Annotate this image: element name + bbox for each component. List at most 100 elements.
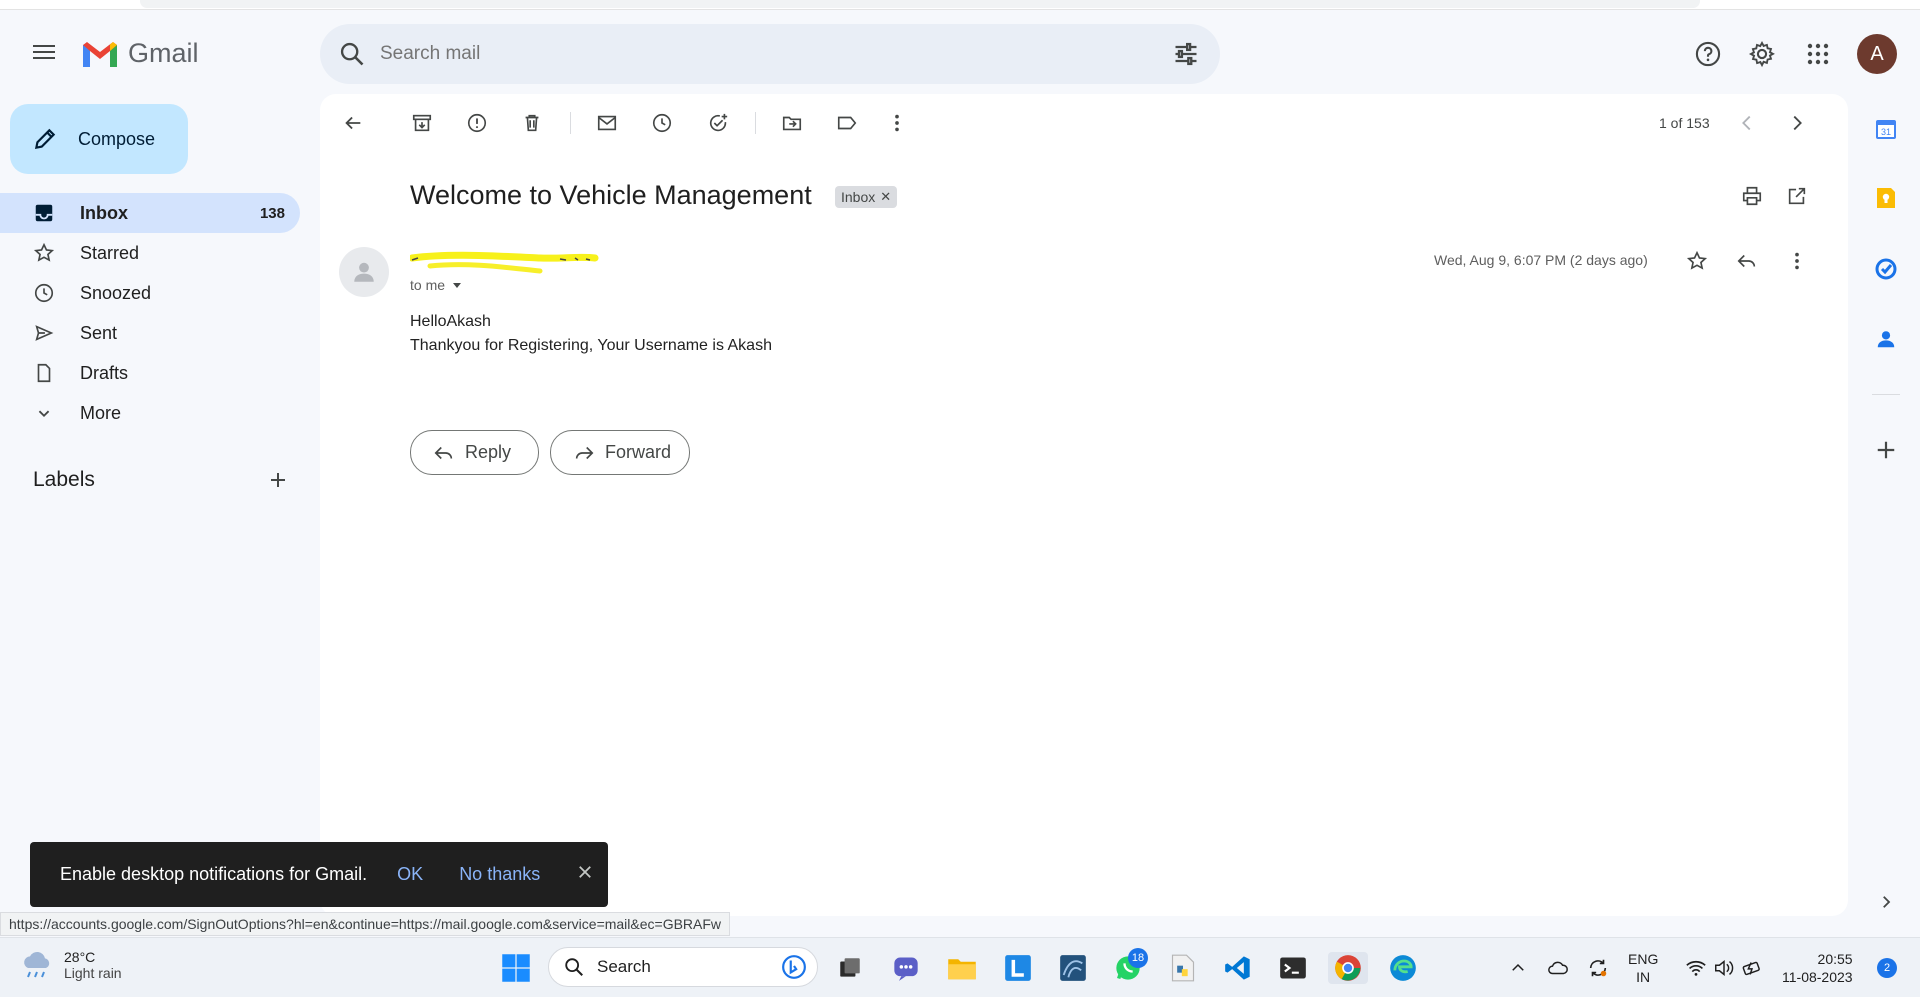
add-label-icon[interactable] [266,468,290,492]
archive-icon[interactable] [409,110,435,136]
inbox-unread-count: 138 [259,204,285,222]
onedrive-cloud-icon[interactable] [1542,952,1574,984]
expand-side-panel-icon[interactable] [1872,888,1900,916]
send-icon [32,321,56,345]
address-bar[interactable] [140,0,1700,8]
search-input[interactable] [380,43,1140,65]
toolbar-divider [755,112,756,134]
help-icon[interactable] [1692,38,1724,70]
calendar-icon[interactable]: 31 [1872,115,1900,143]
terminal-icon[interactable] [1277,952,1309,984]
vscode-icon[interactable] [1222,952,1254,984]
close-icon[interactable] [576,863,594,886]
snackbar-no-thanks-button[interactable]: No thanks [459,864,540,885]
label-chip-inbox[interactable]: Inbox ✕ [835,186,898,208]
back-arrow-icon[interactable] [340,110,366,136]
whatsapp-badge: 18 [1128,948,1148,968]
older-chevron-right-icon[interactable] [1784,110,1810,136]
redacted-sender-name [410,251,599,274]
newer-chevron-left-icon[interactable] [1734,110,1760,136]
windows-taskbar: 28°C Light rain Search 18 ENG IN 20:55 1… [0,937,1920,997]
sidebar-item-drafts[interactable]: Drafts [0,353,300,393]
windows-start-icon[interactable] [500,952,532,984]
apps-grid-icon[interactable] [1802,38,1834,70]
report-spam-icon[interactable] [464,110,490,136]
labels-heading: Labels [33,468,95,491]
language-code: ENG [1628,951,1659,967]
print-icon[interactable] [1739,183,1765,209]
search-bar[interactable] [320,24,1220,84]
forward-arrow-icon [575,446,594,459]
teams-chat-icon[interactable] [890,952,922,984]
sidebar-item-inbox[interactable]: Inbox 138 [0,193,300,233]
search-icon[interactable] [338,40,366,68]
add-addon-icon[interactable] [1872,436,1900,464]
email-body-line: HelloAkash [410,313,491,330]
more-vert-icon[interactable] [884,110,910,136]
message-more-vert-icon[interactable] [1784,248,1810,274]
clock[interactable]: 20:55 11-08-2023 [1782,950,1853,986]
reply-icon[interactable] [1734,248,1760,274]
sidebar-item-label: Snoozed [80,282,152,303]
weather-widget[interactable]: 28°C Light rain [20,949,122,981]
compose-button[interactable]: Compose [10,104,188,174]
pencil-icon [34,128,56,150]
move-to-icon[interactable] [779,110,805,136]
label-icon[interactable] [834,110,860,136]
sidebar-item-starred[interactable]: Starred [0,233,300,273]
sidebar-item-label: Sent [80,322,118,343]
remove-label-icon[interactable]: ✕ [880,189,891,205]
compose-label: Compose [78,128,156,149]
sidebar-item-label: Starred [80,242,140,263]
snooze-icon[interactable] [649,110,675,136]
caret-down-icon[interactable] [451,279,463,291]
clock-time: 20:55 [1817,951,1853,967]
contacts-icon[interactable] [1872,325,1900,353]
recipient-summary[interactable]: to me [410,277,463,293]
settings-gear-icon[interactable] [1746,38,1778,70]
message-pane [320,94,1848,916]
reply-arrow-icon [434,446,453,459]
add-task-icon[interactable] [705,110,731,136]
file-explorer-icon[interactable] [946,952,978,984]
keep-icon[interactable] [1872,184,1900,212]
search-icon [565,958,583,976]
gmail-logo[interactable]: Gmail [80,38,199,69]
tasks-icon[interactable] [1872,255,1900,283]
python-file-icon[interactable] [1167,952,1199,984]
l-app-icon[interactable] [1002,952,1034,984]
snackbar-ok-button[interactable]: OK [397,864,423,885]
open-new-window-icon[interactable] [1784,183,1810,209]
edge-icon[interactable] [1387,952,1419,984]
sync-icon[interactable] [1582,952,1614,984]
reply-label: Reply [465,442,512,462]
sender-avatar[interactable] [339,247,389,297]
reply-button[interactable]: Reply [410,430,539,475]
email-body-line: Thankyou for Registering, Your Username … [410,337,772,354]
task-view-icon[interactable] [834,952,866,984]
bing-icon[interactable] [781,954,807,980]
star-icon[interactable] [1684,248,1710,274]
taskbar-search[interactable]: Search [548,947,818,987]
forward-button[interactable]: Forward [550,430,690,475]
search-options-icon[interactable] [1172,40,1200,68]
language-indicator[interactable]: ENG IN [1628,950,1658,986]
sidebar-item-sent[interactable]: Sent [0,313,300,353]
notification-snackbar: Enable desktop notifications for Gmail. … [30,842,608,907]
sidebar-item-more[interactable]: More [0,393,300,433]
notification-count-badge[interactable]: 2 [1877,958,1897,978]
sidebar-item-snoozed[interactable]: Snoozed [0,273,300,313]
sidebar-item-label: Inbox [80,202,128,223]
delete-icon[interactable] [519,110,545,136]
forward-label: Forward [605,442,672,462]
account-avatar[interactable]: A [1857,34,1897,74]
chrome-icon[interactable] [1328,952,1368,984]
mark-unread-icon[interactable] [594,110,620,136]
mysql-workbench-icon[interactable] [1057,952,1089,984]
main-menu-button[interactable] [30,41,58,69]
show-hidden-icons-chevron-up-icon[interactable] [1502,952,1534,984]
clock-date: 11-08-2023 [1782,969,1853,985]
battery-charging-icon[interactable] [1736,952,1768,984]
pagination-text: 1 of 153 [1659,115,1710,131]
browser-top-strip [0,0,1920,10]
